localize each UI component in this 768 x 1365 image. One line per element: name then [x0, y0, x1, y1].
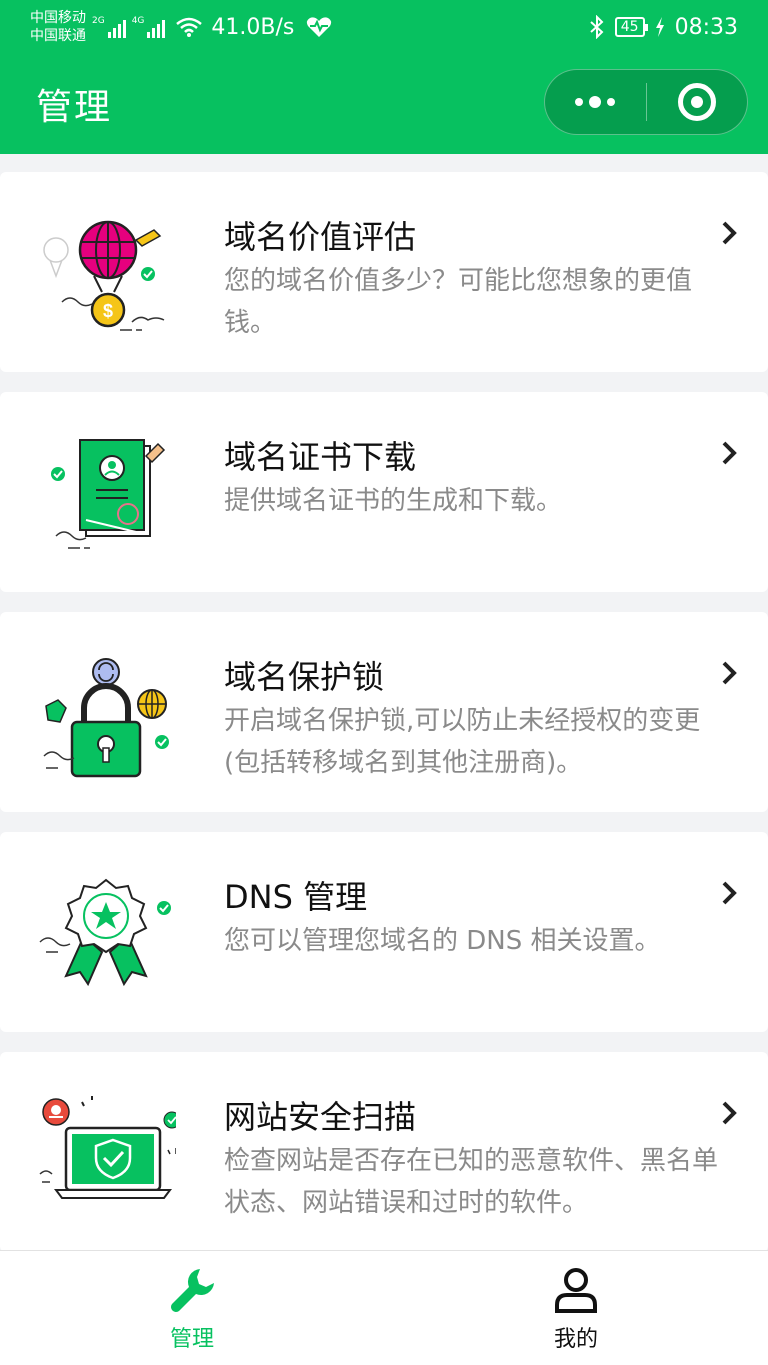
carrier-1: 中国移动	[30, 10, 86, 26]
list-item-dns-management[interactable]: DNS 管理 您可以管理您域名的 DNS 相关设置。	[0, 832, 768, 1032]
tab-label: 我的	[553, 1327, 598, 1352]
list-item-domain-lock[interactable]: 域名保护锁 开启域名保护锁,可以防止未经授权的变更(包括转移域名到其他注册商)。	[0, 612, 768, 812]
tab-label: 管理	[169, 1327, 214, 1352]
carrier-labels: 中国移动 中国联通	[30, 9, 86, 45]
chevron-right-icon	[722, 1101, 737, 1125]
more-dots-icon	[575, 96, 616, 108]
wrench-icon	[171, 1269, 214, 1312]
tab-profile[interactable]: 我的	[384, 1251, 768, 1365]
status-bar: 中国移动 中国联通 2G 4G 41.0B/s 45 08:33	[0, 0, 768, 54]
tab-bar: 管理 我的	[0, 1250, 768, 1365]
nav-bar: 管理	[0, 54, 768, 154]
battery-level: 45	[614, 17, 648, 37]
close-mini-program-button[interactable]	[647, 70, 748, 134]
tab-manage[interactable]: 管理	[0, 1251, 384, 1365]
item-title: 域名保护锁	[224, 658, 385, 696]
signal-2-icon: 4G	[132, 16, 166, 38]
chevron-right-icon	[722, 881, 737, 905]
award-badge-icon	[39, 878, 171, 987]
mini-program-capsule	[544, 69, 748, 135]
item-description: 检查网站是否存在已知的恶意软件、黑名单状态、网站错误和过时的软件。	[224, 1146, 719, 1218]
clock: 08:33	[674, 14, 738, 40]
hot-air-balloon-icon: $	[43, 220, 165, 331]
chevron-right-icon	[722, 661, 737, 685]
network-speed: 41.0B/s	[211, 14, 295, 40]
padlock-icon	[43, 658, 169, 778]
network-type-2: 4G	[131, 16, 145, 26]
bluetooth-icon	[590, 15, 604, 39]
item-description: 开启域名保护锁,可以防止未经授权的变更(包括转移域名到其他注册商)。	[224, 706, 701, 778]
list-item-site-security-scan[interactable]: 网站安全扫描 检查网站是否存在已知的恶意软件、黑名单状态、网站错误和过时的软件。	[0, 1052, 768, 1252]
more-button[interactable]	[545, 70, 646, 134]
item-description: 您可以管理您域名的 DNS 相关设置。	[224, 926, 661, 956]
item-title: 域名价值评估	[224, 218, 417, 256]
list-item-domain-valuation[interactable]: $ 域名价值评估 您的域名价值多少？可能比您想象的更值钱。	[0, 172, 768, 372]
item-title: 域名证书下载	[224, 438, 417, 476]
charging-icon	[655, 17, 664, 37]
item-title: 网站安全扫描	[224, 1098, 417, 1136]
laptop-shield-icon	[39, 1096, 176, 1199]
svg-text:$: $	[103, 301, 113, 321]
page-title: 管理	[36, 87, 113, 128]
target-icon	[677, 83, 716, 121]
wifi-icon	[176, 17, 203, 37]
item-title: DNS 管理	[224, 878, 368, 916]
signal-1-icon: 2G	[92, 16, 126, 38]
chevron-right-icon	[722, 221, 737, 245]
item-description: 您的域名价值多少？可能比您想象的更值钱。	[224, 266, 693, 338]
carrier-2: 中国联通	[30, 28, 86, 44]
health-heart-icon	[307, 17, 332, 37]
chevron-right-icon	[722, 441, 737, 465]
item-description: 提供域名证书的生成和下载。	[224, 486, 563, 516]
list-item-domain-certificate[interactable]: 域名证书下载 提供域名证书的生成和下载。	[0, 392, 768, 592]
network-type-1: 2G	[92, 16, 105, 26]
user-icon	[555, 1268, 597, 1313]
certificate-icon	[51, 439, 166, 549]
